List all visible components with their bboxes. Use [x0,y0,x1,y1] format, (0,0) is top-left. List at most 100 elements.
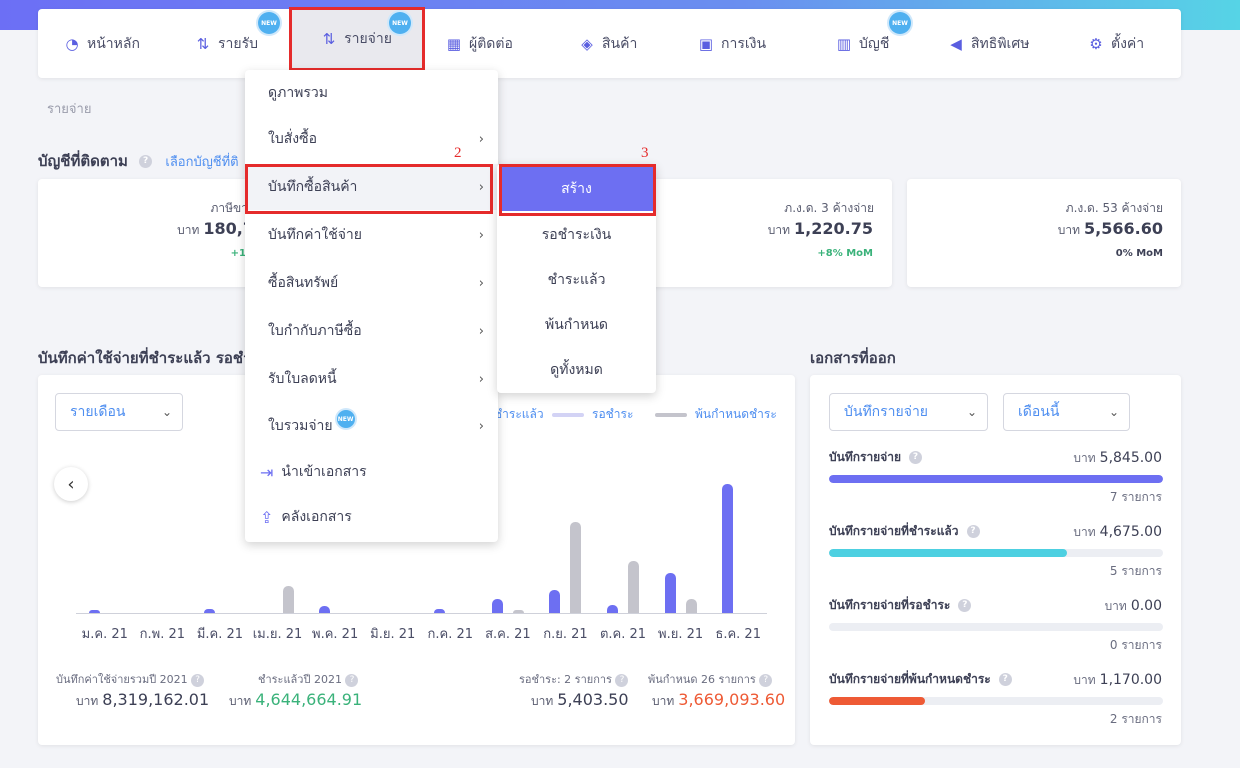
expense-dropdown-menu: ดูภาพรวม ใบสั่งซื้อ › บันทึกซื้อสินค้า ›… [245,70,498,542]
bar-overdue[interactable] [628,561,640,613]
x-tick-label: ส.ค. 21 [485,627,531,642]
bar-paid[interactable] [607,604,619,613]
x-tick-label: มี.ค. 21 [196,627,244,642]
submenu-awaiting-payment[interactable]: รอชำระเงิน [497,212,656,257]
breadcrumb: รายจ่าย [47,102,92,117]
book-icon: ▥ [836,34,852,53]
doc-row-label: บันทึกรายจ่ายที่ชำระแล้ว? [829,522,980,541]
currency-label: บาท [531,694,554,708]
help-icon[interactable]: ? [759,673,773,687]
menu-item-expense-record[interactable]: บันทึกค่าใช้จ่าย › [245,212,498,258]
chevron-right-icon: › [478,418,484,434]
account-mom: +1 [230,248,246,259]
menu-item-purchase-tax-invoice[interactable]: ใบกำกับภาษีซื้อ › [245,308,498,354]
menu-item-import-docs[interactable]: ⇥ นำเข้าเอกสาร [245,449,498,495]
pending-label-text: รอชำระ: 2 รายการ [519,673,612,686]
account-amount-value: 1,220.75 [794,219,873,238]
bar-overdue[interactable] [570,522,582,613]
bar-overdue[interactable] [685,599,697,613]
chevron-down-icon: ⌄ [966,405,977,419]
doc-period-select[interactable]: เดือนนี้ ⌄ [1003,393,1130,431]
help-icon[interactable]: ? [139,155,153,168]
help-icon[interactable]: ? [958,599,972,612]
account-card-pnd3[interactable]: ภ.ง.ด. 3 ค้างจ่าย บาท 1,220.75 +8% MoM [640,179,892,287]
total-expense-label-text: บันทึกค่าใช้จ่ายรวมปี 2021 [56,673,188,686]
account-amount: บาท 5,566.60 [1058,219,1163,240]
bar-paid[interactable] [491,598,503,613]
chart-icon: ◔ [65,34,79,53]
nav-home[interactable]: ◔ หน้าหลัก [64,9,140,78]
nav-income[interactable]: ⇅ รายรับ [195,9,258,78]
help-icon[interactable]: ? [998,673,1012,686]
doc-row-label-text: บันทึกรายจ่าย [829,450,902,464]
purchase-record-submenu: สร้าง รอชำระเงิน ชำระแล้ว พ้นกำหนด ดูทั้… [497,164,656,393]
help-icon[interactable]: ? [345,673,359,687]
doc-row-label: บันทึกรายจ่ายที่พ้นกำหนดชำระ? [829,670,1012,689]
account-amount: บาท 180,7 [177,219,254,240]
submenu-overdue[interactable]: พ้นกำหนด [497,302,656,347]
currency-label: บาท [767,223,791,237]
menu-item-buy-asset[interactable]: ซื้อสินทรัพย์ › [245,260,498,306]
help-icon[interactable]: ? [966,525,980,538]
account-label: ภ.ง.ด. 53 ค้างจ่าย [1065,201,1163,215]
bar-paid[interactable] [722,484,734,613]
nav-settings-label: ตั้งค่า [1111,35,1145,52]
submenu-create-button[interactable]: สร้าง [500,167,653,211]
chevron-left-icon: ‹ [67,473,75,495]
x-tick-label: พ.ค. 21 [312,627,359,642]
x-tick-label: ธ.ค. 21 [715,627,761,642]
nav-settings[interactable]: ⚙ ตั้งค่า [1088,9,1144,78]
nav-finance[interactable]: ▣ การเงิน [698,9,766,78]
menu-item-purchase-record[interactable]: บันทึกซื้อสินค้า › [245,164,498,210]
currency-label: บาท [229,694,252,708]
tracked-accounts-title-text: บัญชีที่ติดตาม [38,152,128,170]
chevron-down-icon: ⌄ [1108,405,1119,419]
help-icon[interactable]: ? [615,673,629,687]
x-tick-label: ต.ค. 21 [599,627,647,642]
doc-row-label: บันทึกรายจ่าย? [829,448,923,467]
doc-row-count: 0 รายการ [1109,638,1162,652]
menu-item-label: คลังเอกสาร [281,509,352,525]
doc-row-progress-fill [829,697,925,705]
currency-label: บาท [1073,525,1096,539]
menu-item-combined-payment[interactable]: ใบรวมจ่าย NEW › [245,403,498,449]
menu-item-document-storage[interactable]: ⇪ คลังเอกสาร [245,494,498,540]
paid-year-amount: 4,644,664.91 [255,690,363,709]
nav-accounting[interactable]: ▥ บัญชี [836,9,889,78]
account-card-sales-tax[interactable]: ภาษีขา บาท 180,7 +1 [38,179,268,287]
nav-contacts[interactable]: ▦ ผู้ติดต่อ [446,9,513,78]
paid-year-label: ชำระแล้วปี 2021 ? [258,670,359,688]
menu-item-overview[interactable]: ดูภาพรวม [245,70,498,116]
bar-paid[interactable] [319,605,331,613]
nav-privileges[interactable]: ◀ สิทธิพิเศษ [948,9,1029,78]
period-select[interactable]: รายเดือน ⌄ [55,393,183,431]
bar-overdue[interactable] [282,586,294,613]
doc-row-label: บันทึกรายจ่ายที่รอชำระ? [829,596,972,615]
sort-icon: ⇅ [196,34,210,53]
select-accounts-link[interactable]: เลือกบัญชีที่ติ [165,155,238,170]
bar-paid[interactable] [549,589,561,613]
menu-item-credit-note[interactable]: รับใบลดหนี้ › [245,356,498,402]
nav-products-label: สินค้า [602,35,638,52]
nav-finance-label: การเงิน [721,35,767,52]
bar-paid[interactable] [664,572,676,613]
menu-item-label: ใบรวมจ่าย [268,418,333,434]
menu-item-label: ดูภาพรวม [268,85,329,101]
legend-label: พ้นกำหนดชำระ [695,407,777,421]
submenu-view-all[interactable]: ดูทั้งหมด [497,347,656,392]
help-icon[interactable]: ? [909,451,923,464]
account-card-pnd53[interactable]: ภ.ง.ด. 53 ค้างจ่าย บาท 5,566.60 0% MoM [907,179,1181,287]
pending-value: บาท 5,403.50 [531,690,629,711]
doc-row-amount-value: 1,170.00 [1099,672,1162,688]
doc-row-progress [829,623,1163,631]
doc-row-progress [829,697,1163,705]
doc-type-select[interactable]: บันทึกรายจ่าย ⌄ [829,393,988,431]
pending-label: รอชำระ: 2 รายการ ? [519,670,629,688]
submenu-paid[interactable]: ชำระแล้ว [497,257,656,302]
chart-prev-button[interactable]: ‹ [54,467,88,501]
doc-row-amount: บาท 4,675.00 [1073,523,1162,542]
doc-type-select-value: บันทึกรายจ่าย [844,404,929,420]
help-icon[interactable]: ? [191,673,205,687]
currency-label: บาท [1104,599,1127,613]
nav-products[interactable]: ◈ สินค้า [579,9,637,78]
